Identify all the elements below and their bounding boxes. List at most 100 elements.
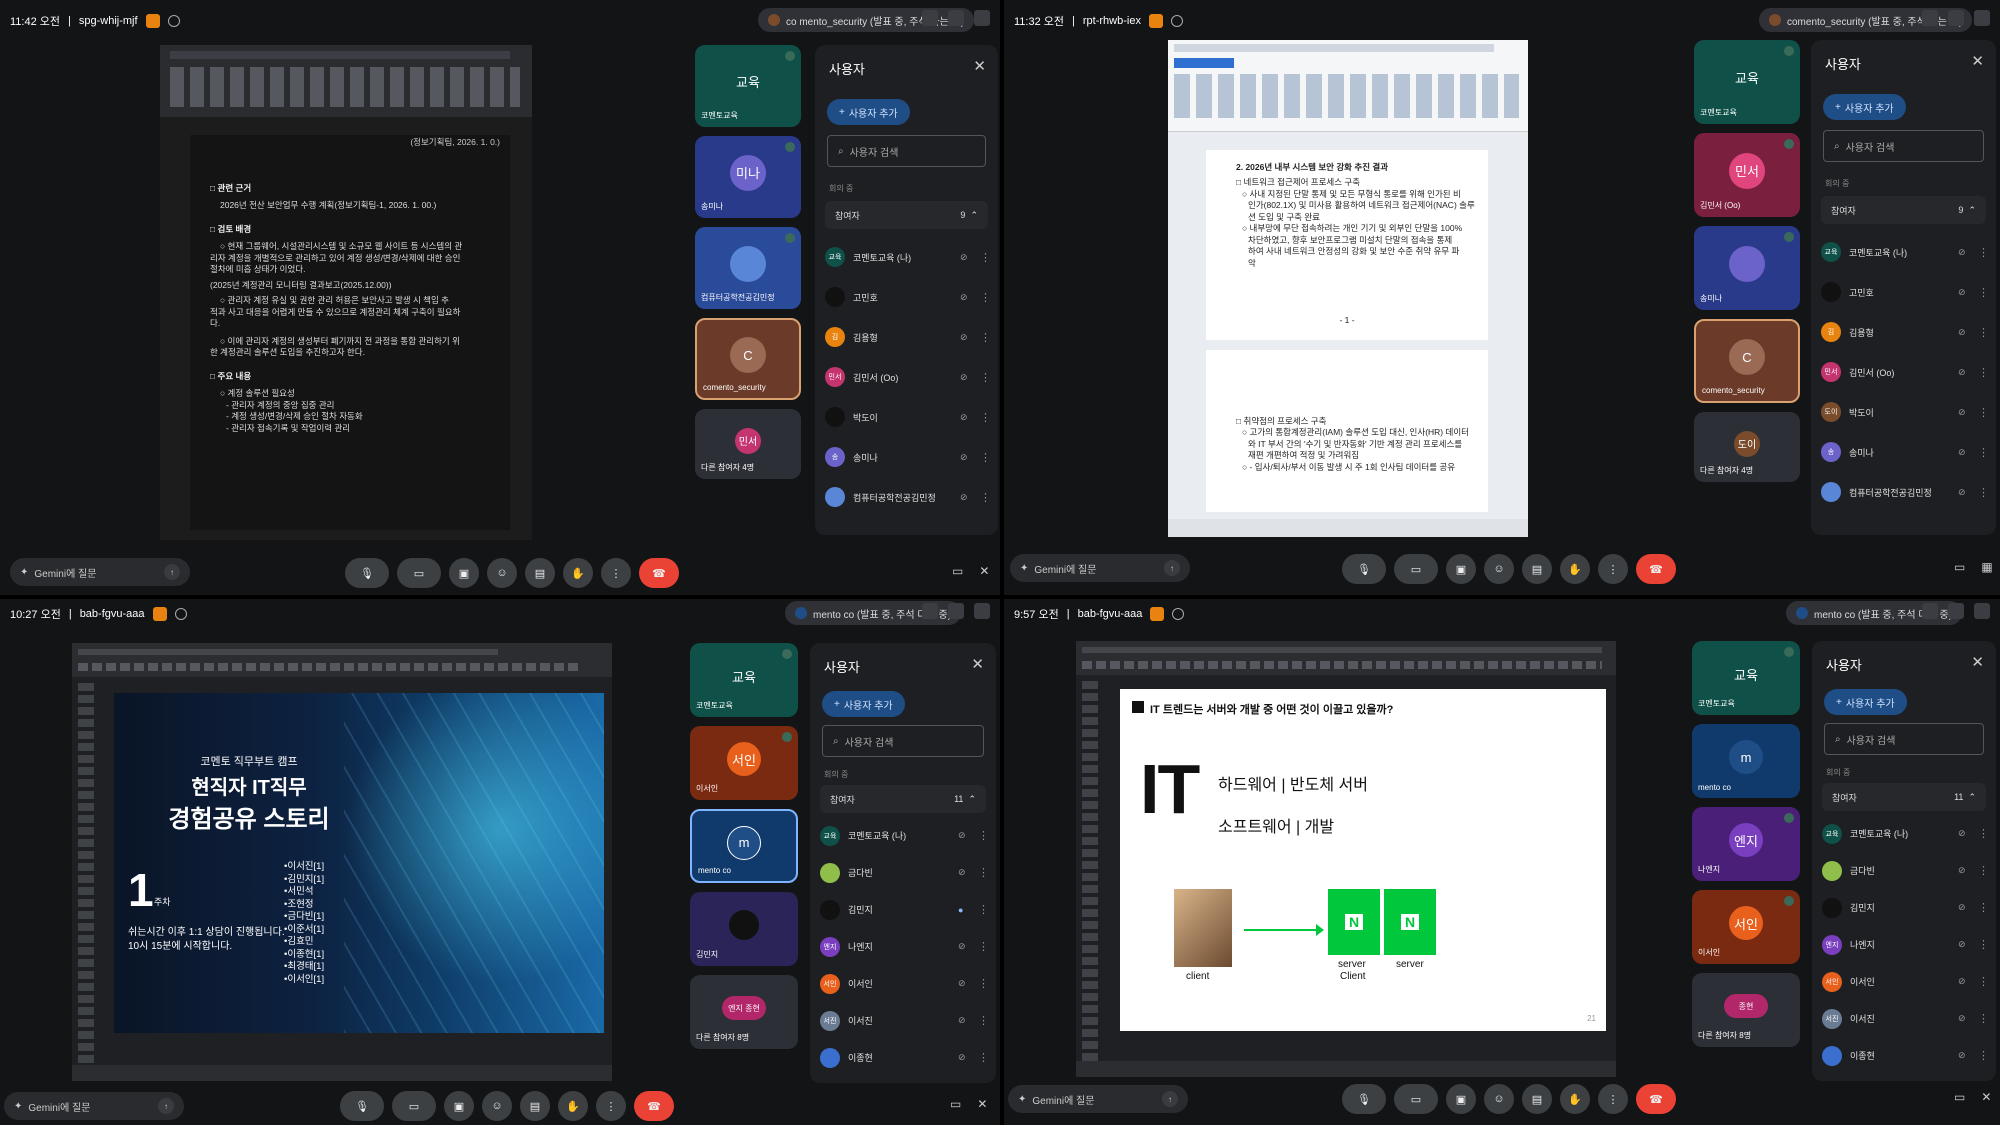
- list-item[interactable]: 민서 김민서 (Oo) ⊘ ⋮: [825, 357, 991, 397]
- more-icon[interactable]: ⋮: [978, 903, 989, 916]
- camera-button[interactable]: ▭: [397, 558, 441, 588]
- info-icon[interactable]: [1170, 15, 1183, 27]
- list-item[interactable]: 교육 코멘토교육 (나) ⊘ ⋮: [1822, 815, 1989, 852]
- more-icon[interactable]: ⋮: [978, 940, 989, 953]
- other-participants-tile[interactable]: 엔지 종현 다른 참여자 8명: [690, 975, 798, 1049]
- leave-call-button[interactable]: ☎: [639, 558, 679, 588]
- layout-icon[interactable]: [948, 10, 964, 26]
- layout-icon[interactable]: [948, 603, 964, 619]
- tools-icon[interactable]: ✕: [1981, 1090, 1991, 1104]
- close-icon[interactable]: ✕: [973, 57, 986, 75]
- more-options-button[interactable]: ⋮: [596, 1091, 626, 1121]
- search-input[interactable]: ⌕ 사용자 검색: [1824, 723, 1984, 755]
- more-icon[interactable]: ⋮: [1978, 366, 1989, 379]
- chat-icon[interactable]: ▭: [1954, 1090, 1965, 1104]
- participant-tile-active[interactable]: m mento co: [690, 809, 798, 883]
- more-icon[interactable]: ⋮: [1978, 1049, 1989, 1062]
- camera-button[interactable]: ▭: [1394, 554, 1438, 584]
- more-icon[interactable]: ⋮: [980, 491, 991, 504]
- participant-tile[interactable]: 미나 송미나: [695, 136, 801, 218]
- more-icon[interactable]: ⋮: [1978, 406, 1989, 419]
- more-icon[interactable]: ⋮: [1978, 827, 1989, 840]
- more-icon[interactable]: ⋮: [980, 451, 991, 464]
- chat-icon[interactable]: ▭: [952, 564, 963, 578]
- participant-tile[interactable]: 서인 이서인: [690, 726, 798, 800]
- search-input[interactable]: ⌕ 사용자 검색: [822, 725, 984, 757]
- info-icon[interactable]: [1172, 608, 1185, 620]
- pen-icon[interactable]: [1974, 10, 1990, 26]
- gemini-ask-button[interactable]: ✦ Gemini에 질문 ↑: [10, 558, 190, 586]
- present-button[interactable]: ▤: [520, 1091, 550, 1121]
- participant-tile[interactable]: 송미나: [1694, 226, 1800, 310]
- add-people-button[interactable]: + 사용자 추가: [1824, 689, 1907, 715]
- list-item[interactable]: 김민지 ⊘ ⋮: [1822, 889, 1989, 926]
- search-input[interactable]: ⌕ 사용자 검색: [827, 135, 986, 167]
- list-item[interactable]: 엔지 나엔지 ⊘ ⋮: [1822, 926, 1989, 963]
- layout-icon[interactable]: [1948, 10, 1964, 26]
- list-item[interactable]: 고민호 ⊘ ⋮: [1821, 272, 1989, 312]
- list-item[interactable]: 금다빈 ⊘ ⋮: [1822, 852, 1989, 889]
- participant-tile[interactable]: 교육 코멘토교육: [695, 45, 801, 127]
- list-item[interactable]: 김 김용형 ⊘ ⋮: [825, 317, 991, 357]
- present-button[interactable]: ▤: [1522, 1084, 1552, 1114]
- list-item[interactable]: 송 송미나 ⊘ ⋮: [825, 437, 991, 477]
- close-icon[interactable]: ✕: [1971, 653, 1984, 671]
- present-button[interactable]: ▤: [525, 558, 555, 588]
- mic-button[interactable]: 🎙: [1342, 554, 1386, 584]
- more-icon[interactable]: ⋮: [980, 291, 991, 304]
- list-item[interactable]: 교육 코멘토교육 (나) ⊘ ⋮: [825, 237, 991, 277]
- more-options-button[interactable]: ⋮: [1598, 1084, 1628, 1114]
- more-icon[interactable]: ⋮: [978, 1051, 989, 1064]
- other-participants-tile[interactable]: 종현 다른 참여자 8명: [1692, 973, 1800, 1047]
- more-icon[interactable]: ⋮: [978, 977, 989, 990]
- list-item[interactable]: 서진 이서진 ⊘ ⋮: [820, 1002, 989, 1039]
- pen-icon[interactable]: [974, 10, 990, 26]
- other-participants-tile[interactable]: 민서 다른 참여자 4명: [695, 409, 801, 479]
- gemini-ask-button[interactable]: ✦ Gemini에 질문 ↑: [1010, 554, 1190, 582]
- more-icon[interactable]: ⋮: [1978, 246, 1989, 259]
- list-item[interactable]: 컴퓨터공학전공김민정 ⊘ ⋮: [825, 477, 991, 517]
- emoji-button[interactable]: ☺: [1484, 554, 1514, 584]
- list-item[interactable]: 도이 박도이 ⊘ ⋮: [1821, 392, 1989, 432]
- gemini-ask-button[interactable]: ✦ Gemini에 질문 ↑: [1008, 1085, 1188, 1113]
- participants-group[interactable]: 참여자 9 ⌃: [825, 201, 988, 229]
- present-icon[interactable]: [922, 603, 938, 619]
- more-icon[interactable]: ⋮: [1978, 975, 1989, 988]
- leave-call-button[interactable]: ☎: [634, 1091, 674, 1121]
- list-item[interactable]: 민서 김민서 (Oo) ⊘ ⋮: [1821, 352, 1989, 392]
- more-icon[interactable]: ⋮: [980, 411, 991, 424]
- raise-hand-button[interactable]: ✋: [563, 558, 593, 588]
- close-icon[interactable]: ✕: [971, 655, 984, 673]
- list-item[interactable]: 이종현 ⊘ ⋮: [1822, 1037, 1989, 1074]
- list-item[interactable]: 김민지 ● ⋮: [820, 891, 989, 928]
- participant-tile-active[interactable]: Ccomento_security: [1694, 319, 1800, 403]
- participants-group[interactable]: 참여자 9 ⌃: [1821, 196, 1986, 224]
- pen-icon[interactable]: [1974, 603, 1990, 619]
- more-icon[interactable]: ⋮: [1978, 326, 1989, 339]
- raise-hand-button[interactable]: ✋: [1560, 1084, 1590, 1114]
- participant-tile[interactable]: m mento co: [1692, 724, 1800, 798]
- more-icon[interactable]: ⋮: [978, 829, 989, 842]
- search-input[interactable]: ⌕ 사용자 검색: [1823, 130, 1984, 162]
- participant-tile[interactable]: 컴퓨터공학전공김민정: [695, 227, 801, 309]
- add-people-button[interactable]: + 사용자 추가: [822, 691, 905, 717]
- other-participants-tile[interactable]: 도이 다른 참여자 4명: [1694, 412, 1800, 482]
- list-item[interactable]: 엔지 나엔지 ⊘ ⋮: [820, 928, 989, 965]
- more-icon[interactable]: ⋮: [1978, 286, 1989, 299]
- participants-group[interactable]: 참여자 11 ⌃: [820, 785, 986, 813]
- captions-button[interactable]: ▣: [449, 558, 479, 588]
- info-icon[interactable]: [174, 608, 187, 620]
- list-item[interactable]: 이종현 ⊘ ⋮: [820, 1039, 989, 1076]
- emoji-button[interactable]: ☺: [1484, 1084, 1514, 1114]
- list-item[interactable]: 김 김용형 ⊘ ⋮: [1821, 312, 1989, 352]
- mic-button[interactable]: 🎙: [1342, 1084, 1386, 1114]
- mic-button[interactable]: 🎙: [340, 1091, 384, 1121]
- more-icon[interactable]: ⋮: [980, 331, 991, 344]
- leave-call-button[interactable]: ☎: [1636, 554, 1676, 584]
- more-icon[interactable]: ⋮: [1978, 1012, 1989, 1025]
- emoji-button[interactable]: ☺: [482, 1091, 512, 1121]
- emoji-button[interactable]: ☺: [487, 558, 517, 588]
- pen-icon[interactable]: [974, 603, 990, 619]
- participant-tile[interactable]: 김민지: [690, 892, 798, 966]
- add-people-button[interactable]: + 사용자 추가: [1823, 94, 1906, 120]
